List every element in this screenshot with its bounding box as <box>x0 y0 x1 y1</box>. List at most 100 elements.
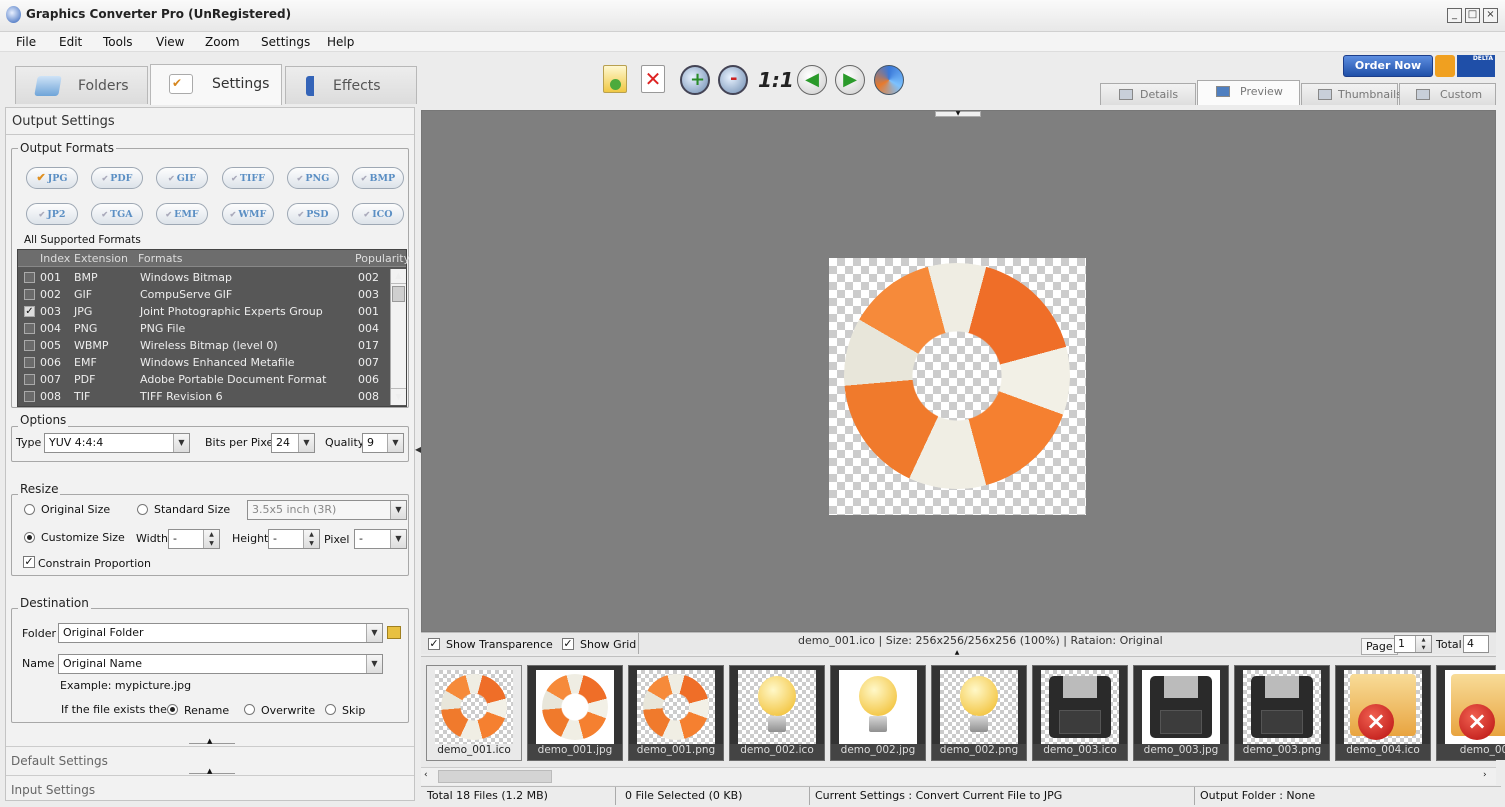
page-input[interactable]: 1 ▲ ▼ <box>1394 635 1432 653</box>
menu-settings[interactable]: Settings <box>261 35 310 49</box>
format-pdf-button[interactable]: ✔ PDF <box>91 167 143 189</box>
status-output-folder: Output Folder : None <box>1200 789 1316 802</box>
row-checkbox[interactable] <box>24 289 35 300</box>
tab-settings[interactable]: ✔ Settings <box>150 64 282 105</box>
show-transparence-checkbox[interactable]: ✓ <box>428 638 440 650</box>
format-psd-button[interactable]: ✔ PSD <box>287 203 339 225</box>
maximize-icon[interactable]: □ <box>1465 8 1480 23</box>
original-size-radio[interactable] <box>24 504 35 515</box>
row-checkbox[interactable]: ✓ <box>24 306 35 317</box>
previous-icon[interactable]: ◀ <box>797 65 827 95</box>
customize-size-radio[interactable] <box>24 532 35 543</box>
thumbnail-item[interactable]: demo_001.jpg <box>527 665 623 761</box>
format-jpg-button[interactable]: ✔ JPG <box>26 167 78 189</box>
collapse-grip-icon[interactable]: ▼ <box>935 111 981 117</box>
zoom-out-icon[interactable]: - <box>718 65 748 95</box>
show-grid-checkbox[interactable]: ✓ <box>562 638 574 650</box>
thumbnail-item[interactable]: demo_002.png <box>931 665 1027 761</box>
constrain-proportion-checkbox[interactable]: ✓ <box>23 556 35 568</box>
menu-zoom[interactable]: Zoom <box>205 35 240 49</box>
thumbnail-item[interactable]: demo_001.png <box>628 665 724 761</box>
unit-select[interactable]: - ▼ <box>354 529 407 549</box>
browse-folder-icon[interactable] <box>387 626 401 639</box>
tab-custom[interactable]: Custom <box>1399 83 1496 105</box>
input-settings-section[interactable]: Input Settings <box>6 775 414 800</box>
menu-tools[interactable]: Tools <box>103 35 133 49</box>
overwrite-radio[interactable] <box>244 704 255 715</box>
col-index[interactable]: Index <box>40 252 70 265</box>
height-input[interactable]: - ▲ ▼ <box>268 529 320 549</box>
menu-help[interactable]: Help <box>327 35 354 49</box>
format-tiff-button[interactable]: ✔ TIFF <box>222 167 274 189</box>
table-row[interactable]: 008 TIF TIFF Revision 6 008 <box>18 388 390 405</box>
skip-radio[interactable] <box>325 704 336 715</box>
table-row[interactable]: 001 BMP Windows Bitmap 002 <box>18 269 390 286</box>
menu-edit[interactable]: Edit <box>59 35 82 49</box>
tab-folders[interactable]: Folders <box>15 66 148 104</box>
format-tga-button[interactable]: ✔ TGA <box>91 203 143 225</box>
table-row[interactable]: 005 WBMP Wireless Bitmap (level 0) 017 <box>18 337 390 354</box>
thumbnail-item[interactable]: × demo_00 <box>1436 665 1505 761</box>
width-input[interactable]: - ▲ ▼ <box>168 529 220 549</box>
format-jp2-button[interactable]: ✔ JP2 <box>26 203 78 225</box>
tab-preview[interactable]: Preview <box>1197 80 1300 105</box>
menu-file[interactable]: File <box>16 35 36 49</box>
thumbnail-item[interactable]: demo_003.png <box>1234 665 1330 761</box>
tab-thumbnails[interactable]: Thumbnails <box>1301 83 1402 105</box>
thumbnail-item[interactable]: demo_003.jpg <box>1133 665 1229 761</box>
row-checkbox[interactable] <box>24 391 35 402</box>
folder-select[interactable]: Original Folder ▼ <box>58 623 383 643</box>
row-checkbox[interactable] <box>24 374 35 385</box>
order-now-button[interactable]: Order Now <box>1343 55 1433 77</box>
table-scrollbar[interactable]: ▲ ▼ <box>390 269 406 405</box>
menu-view[interactable]: View <box>156 35 184 49</box>
col-popularity[interactable]: Popularity <box>355 252 410 265</box>
format-gif-button[interactable]: ✔ GIF <box>156 167 208 189</box>
thumbnail-scrollbar[interactable]: ‹ › <box>421 767 1496 785</box>
actual-size-icon[interactable]: 1:1 <box>758 68 794 92</box>
tab-effects[interactable]: Effects <box>285 66 417 104</box>
col-formats[interactable]: Formats <box>138 252 183 265</box>
add-file-icon[interactable] <box>603 65 627 93</box>
delete-file-icon[interactable]: ✕ <box>641 65 665 93</box>
convert-icon[interactable] <box>874 65 904 95</box>
rename-radio[interactable] <box>167 704 178 715</box>
standard-size-radio[interactable] <box>137 504 148 515</box>
thumbnail-item[interactable]: × demo_004.ico <box>1335 665 1431 761</box>
minimize-icon[interactable]: _ <box>1447 8 1462 23</box>
name-select[interactable]: Original Name ▼ <box>58 654 383 674</box>
preview-image <box>829 258 1086 515</box>
table-row[interactable]: 006 EMF Windows Enhanced Metafile 007 <box>18 354 390 371</box>
table-row[interactable]: 002 GIF CompuServe GIF 003 <box>18 286 390 303</box>
standard-size-select[interactable]: 3.5x5 inch (3R) ▼ <box>247 500 407 520</box>
format-emf-button[interactable]: ✔ EMF <box>156 203 208 225</box>
zoom-in-icon[interactable]: + <box>680 65 710 95</box>
close-icon[interactable]: × <box>1483 8 1498 23</box>
tab-details[interactable]: Details <box>1100 83 1196 105</box>
scroll-right-icon[interactable]: › <box>1483 770 1487 780</box>
scroll-thumb[interactable] <box>438 770 552 783</box>
thumbnail-item[interactable]: demo_002.jpg <box>830 665 926 761</box>
quality-select[interactable]: 9 ▼ <box>362 433 404 453</box>
col-extension[interactable]: Extension <box>74 252 128 265</box>
format-png-button[interactable]: ✔ PNG <box>287 167 339 189</box>
thumbnail-item[interactable]: demo_003.ico <box>1032 665 1128 761</box>
collapse-grip-icon[interactable]: ▲ <box>934 650 980 656</box>
table-row[interactable]: 004 PNG PNG File 004 <box>18 320 390 337</box>
format-ico-button[interactable]: ✔ ICO <box>352 203 404 225</box>
thumbnail-item[interactable]: demo_001.ico <box>426 665 522 761</box>
thumbnail-item[interactable]: demo_002.ico <box>729 665 825 761</box>
table-row[interactable]: 007 PDF Adobe Portable Document Format 006 <box>18 371 390 388</box>
lightbulb-icon <box>758 676 796 716</box>
format-bmp-button[interactable]: ✔ BMP <box>352 167 404 189</box>
row-checkbox[interactable] <box>24 272 35 283</box>
scroll-left-icon[interactable]: ‹ <box>424 770 428 780</box>
format-wmf-button[interactable]: ✔ WMF <box>222 203 274 225</box>
row-checkbox[interactable] <box>24 323 35 334</box>
table-row[interactable]: ✓ 003 JPG Joint Photographic Experts Group 0… <box>18 303 390 320</box>
next-icon[interactable]: ▶ <box>835 65 865 95</box>
row-checkbox[interactable] <box>24 340 35 351</box>
bpp-select[interactable]: 24 ▼ <box>271 433 315 453</box>
type-select[interactable]: YUV 4:4:4 ▼ <box>44 433 190 453</box>
row-checkbox[interactable] <box>24 357 35 368</box>
